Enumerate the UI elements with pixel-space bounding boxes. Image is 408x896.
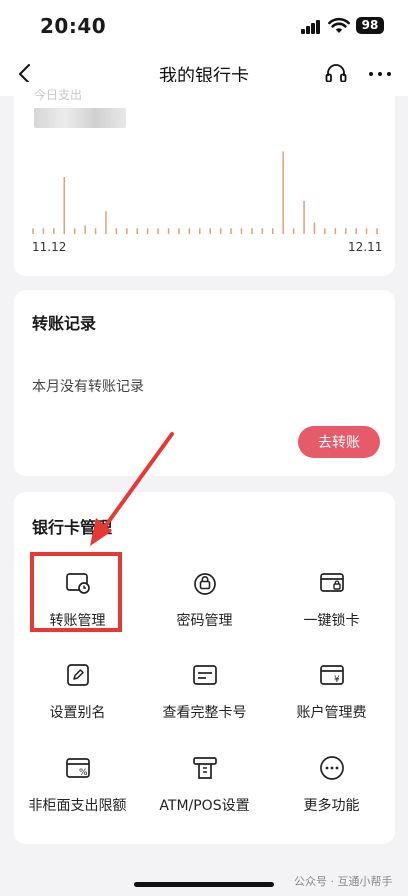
card-number-icon bbox=[192, 665, 217, 685]
more-functions-item[interactable]: 更多功能 bbox=[268, 755, 395, 845]
chart-bar bbox=[345, 228, 347, 234]
chart-bar bbox=[115, 228, 118, 234]
chart-bar bbox=[272, 228, 274, 234]
highlight-box bbox=[30, 552, 122, 632]
chart-bar bbox=[136, 228, 138, 234]
chart-bar bbox=[199, 228, 201, 234]
chart-bar bbox=[324, 228, 326, 234]
atm-icon bbox=[192, 757, 217, 779]
chart-bar bbox=[167, 228, 170, 234]
chart-bar bbox=[53, 228, 55, 234]
set-alias-item[interactable]: 设置别名 bbox=[14, 662, 141, 752]
chart-bar bbox=[105, 211, 107, 234]
battery-icon: 98 bbox=[356, 17, 384, 34]
chart-bar bbox=[376, 228, 378, 234]
more-icon bbox=[319, 756, 344, 780]
go-transfer-button[interactable]: 去转账 bbox=[298, 426, 380, 458]
chart-bar bbox=[73, 228, 76, 234]
card-lock-icon bbox=[319, 573, 344, 592]
chart-bar bbox=[303, 200, 305, 234]
watermark: 公众号 · 互通小帮手 bbox=[294, 875, 393, 888]
chart-bar bbox=[355, 228, 357, 234]
chart-bar bbox=[365, 228, 368, 234]
card-percent-icon: % bbox=[65, 758, 90, 778]
password-management-item[interactable]: 密码管理 bbox=[141, 570, 268, 660]
chart-bar bbox=[157, 228, 159, 234]
lock-card-item[interactable]: 一键锁卡 bbox=[268, 570, 395, 660]
svg-text:%: % bbox=[79, 768, 88, 778]
spending-chart bbox=[32, 151, 378, 234]
grid-item-label: 更多功能 bbox=[303, 798, 360, 814]
chart-bar bbox=[94, 228, 97, 234]
status-bar: 20:40 98 bbox=[0, 0, 408, 52]
empty-records-text: 本月没有转账记录 bbox=[32, 379, 144, 395]
grid-item-label: 密码管理 bbox=[176, 613, 233, 629]
chart-bar bbox=[188, 228, 191, 234]
transfer-records-title: 转账记录 bbox=[32, 314, 97, 333]
chart-bar bbox=[209, 228, 211, 234]
chart-bar bbox=[292, 228, 295, 234]
grid-item-label: ATM/POS设置 bbox=[159, 798, 250, 814]
chart-bar bbox=[261, 228, 264, 234]
chart-bar bbox=[126, 228, 128, 234]
chart-bar bbox=[32, 228, 34, 234]
chart-bar bbox=[251, 228, 253, 234]
signal-icon bbox=[301, 20, 321, 34]
atm-pos-settings-item[interactable]: ATM/POS设置 bbox=[141, 755, 268, 845]
x-axis-start-label: 11.12 bbox=[32, 240, 67, 254]
grid-item-label: 非柜面支出限额 bbox=[28, 798, 127, 814]
card-management-card: 银行卡管理 转账管理 密码管理 一键锁卡 设置别名 查看完整卡号 ¥ 账户管理费… bbox=[14, 492, 395, 844]
chart-bar bbox=[63, 177, 65, 234]
chart-bar bbox=[230, 228, 232, 234]
non-counter-limit-item[interactable]: % 非柜面支出限额 bbox=[14, 755, 141, 845]
view-full-card-number-item[interactable]: 查看完整卡号 bbox=[141, 662, 268, 752]
home-indicator bbox=[134, 882, 274, 887]
grid-item-label: 账户管理费 bbox=[296, 705, 367, 721]
transfer-records-card: 转账记录 本月没有转账记录 去转账 bbox=[14, 290, 395, 476]
chart-bar bbox=[334, 228, 337, 234]
status-time: 20:40 bbox=[40, 14, 107, 38]
edit-icon bbox=[66, 664, 89, 686]
card-management-title: 银行卡管理 bbox=[32, 518, 113, 537]
lock-icon bbox=[193, 573, 216, 595]
grid-item-label: 查看完整卡号 bbox=[162, 705, 247, 721]
x-axis-end-label: 12.11 bbox=[348, 240, 383, 254]
chart-bar bbox=[178, 228, 180, 234]
chart-bar bbox=[42, 228, 45, 234]
chart-bar bbox=[282, 151, 284, 234]
grid-item-label: 一键锁卡 bbox=[303, 613, 360, 629]
chart-bar bbox=[84, 225, 86, 234]
chart-bar bbox=[313, 222, 316, 234]
grid-item-label: 设置别名 bbox=[49, 705, 106, 721]
card-yen-icon: ¥ bbox=[319, 665, 344, 685]
chart-bar bbox=[240, 228, 243, 234]
spending-chart-card: 今日支出 11.12 12.11 bbox=[14, 82, 395, 276]
wifi-icon bbox=[328, 17, 350, 33]
chart-bar bbox=[146, 228, 149, 234]
chart-bar bbox=[219, 228, 222, 234]
account-fee-item[interactable]: ¥ 账户管理费 bbox=[268, 662, 395, 752]
svg-text:¥: ¥ bbox=[334, 675, 340, 685]
